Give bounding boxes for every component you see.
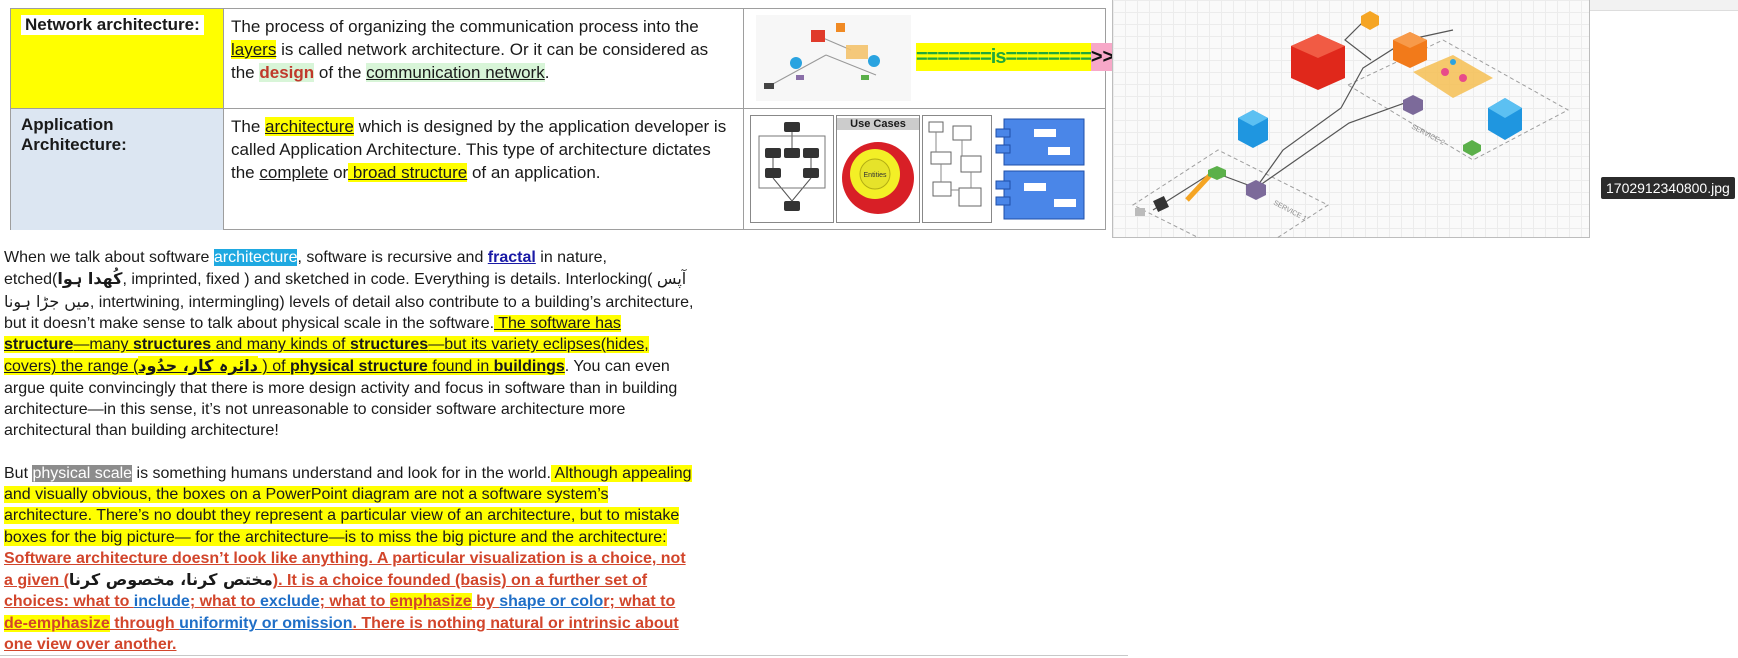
- highlight-run: found in: [427, 358, 494, 376]
- flowchart-thumbnail: [750, 115, 834, 223]
- service2-label: SERVICE 2: [1410, 124, 1446, 147]
- blue-emphasis: exclude: [260, 593, 320, 611]
- service1-label: SERVICE 1: [1272, 200, 1308, 223]
- architecture-table: Network architecture: The process of org…: [10, 8, 1115, 230]
- def-highlight: design: [259, 63, 315, 82]
- red-emphasis: through: [109, 614, 180, 632]
- def-highlight: communication network: [366, 63, 545, 82]
- highlight-architecture: architecture: [213, 249, 298, 266]
- page-divider: [0, 655, 1128, 656]
- text-run: , software is recursive and: [297, 249, 488, 266]
- table-row-network: Network architecture: The process of org…: [11, 9, 1115, 109]
- image-filename-tooltip: 1702912340800.jpg: [1601, 177, 1735, 199]
- isometric-network-diagram: SERVICE 1 SERVICE 2: [1112, 0, 1590, 261]
- fractal-link[interactable]: fractal: [488, 249, 536, 266]
- entities-label: Entities: [864, 172, 887, 179]
- highlight-bold: structures: [132, 336, 212, 354]
- highlight-bold: structure: [4, 336, 74, 354]
- red-emphasis: by: [471, 593, 500, 611]
- is-equals-marker: =======is======== >>: [916, 43, 1115, 71]
- highlight-run: —many: [73, 336, 133, 354]
- def-highlight: complete: [259, 163, 329, 182]
- def-text: of the: [314, 63, 367, 82]
- highlight-bold: buildings: [493, 358, 565, 376]
- paragraph-2: But physical scale is something humans u…: [4, 463, 694, 656]
- red-emphasis-highlight: emphasize: [389, 593, 472, 611]
- highlight-physical-scale: physical scale: [32, 464, 133, 482]
- highlight-bold: physical structure: [290, 358, 428, 376]
- paragraph-1: When we talk about software architecture…: [4, 247, 694, 442]
- article-body: When we talk about software architecture…: [4, 247, 694, 655]
- red-emphasis: r; what to: [603, 593, 676, 611]
- text-run: , imprinted, fixed ) and sketched in cod…: [122, 271, 657, 289]
- def-text: The: [231, 117, 266, 136]
- urdu-gloss: دائرہ کار، حدُود: [138, 356, 258, 376]
- use-cases-thumbnail: Use Cases Entities: [836, 115, 920, 223]
- highlight-bold: structures: [349, 336, 429, 354]
- text-run: But: [4, 464, 33, 482]
- highlight-run: The software has: [494, 314, 621, 332]
- is-label: =======is========: [916, 43, 1092, 71]
- blue-emphasis: shape or colo: [499, 593, 604, 611]
- blue-emphasis: include: [133, 593, 190, 611]
- urdu-gloss: مختص کرنا، مخصوص کرنا: [68, 570, 273, 590]
- uml-thumbnail: [922, 115, 992, 223]
- text-run: When we talk about software: [4, 249, 214, 266]
- def-text: The process of organizing the communicat…: [231, 17, 699, 36]
- def-highlight: broad structure: [348, 163, 468, 182]
- def-text: .: [544, 63, 550, 82]
- red-emphasis: ; what to: [319, 593, 390, 611]
- highlight-run: ) of: [257, 358, 290, 376]
- text-run: is something humans understand and look …: [132, 464, 551, 482]
- definition-cell: The process of organizing the communicat…: [224, 9, 744, 108]
- network-diagram-thumbnail: [756, 15, 911, 101]
- red-emphasis: ; what to: [189, 593, 261, 611]
- component-thumbnail: [994, 115, 1090, 223]
- blue-emphasis: uniformity or omission: [179, 614, 353, 632]
- highlight-run: and many kinds of: [211, 336, 350, 354]
- red-emphasis-highlight: de-emphasize: [4, 614, 110, 632]
- term-label: Application Architecture:: [21, 115, 127, 154]
- term-cell: Network architecture:: [11, 9, 224, 108]
- illustration-cell: Use Cases Entities: [744, 109, 1105, 230]
- def-highlight: architecture: [265, 117, 354, 136]
- illustration-cell: =======is======== >>: [744, 9, 1115, 108]
- term-cell: Application Architecture:: [11, 109, 224, 230]
- window-top-strip: [1590, 0, 1738, 11]
- def-text: of an application.: [467, 163, 601, 182]
- definition-cell: The architecture which is designed by th…: [224, 109, 744, 230]
- arrow-label: >>: [1090, 43, 1115, 71]
- diagram-drawing: SERVICE 1 SERVICE 2: [1131, 11, 1570, 261]
- table-row-application: Application Architecture: The architectu…: [11, 109, 1105, 230]
- def-text: or: [328, 163, 349, 182]
- urdu-gloss: کُھدا ہوا: [57, 269, 123, 289]
- term-label: Network architecture:: [21, 15, 204, 35]
- def-highlight: layers: [231, 40, 277, 59]
